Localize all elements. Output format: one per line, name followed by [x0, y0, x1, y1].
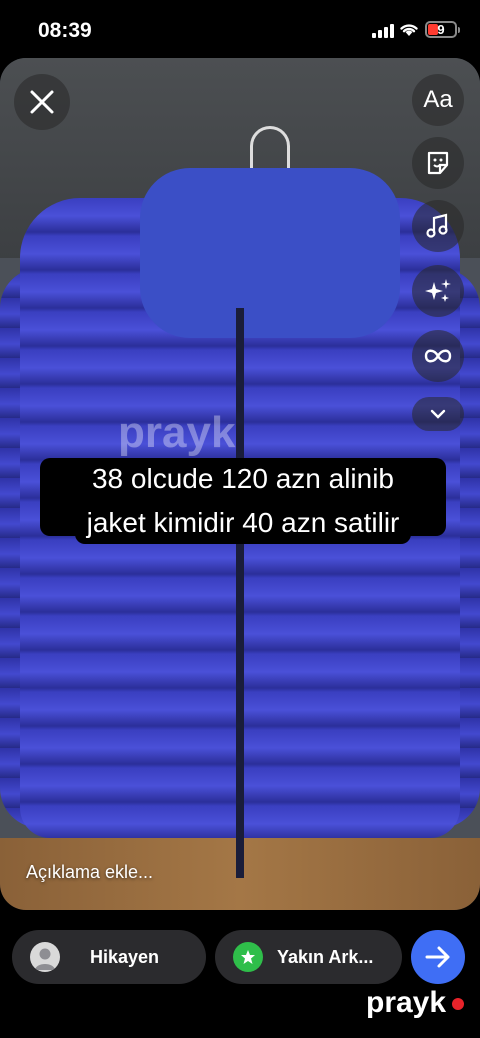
battery-level: 9 — [437, 22, 445, 37]
effects-button[interactable] — [412, 265, 464, 317]
music-note-icon — [426, 213, 448, 238]
send-button[interactable] — [411, 930, 465, 984]
signal-icon — [372, 24, 394, 38]
text-tool-button[interactable]: Aa — [412, 74, 464, 126]
add-description-field[interactable]: Açıklama ekle... — [26, 862, 153, 883]
caption-line-2-box: jaket kimidir 40 azn satilir — [72, 502, 414, 546]
music-button[interactable] — [412, 200, 464, 252]
chevron-down-icon — [430, 409, 446, 419]
sticker-button[interactable] — [412, 137, 464, 189]
brand-name: prayk — [366, 986, 447, 1019]
battery-icon: 9 — [425, 21, 460, 38]
more-tools-button[interactable] — [412, 397, 464, 431]
boomerang-button[interactable] — [412, 330, 464, 382]
close-friends-label: Yakın Ark... — [277, 946, 374, 967]
close-friends-star-icon — [233, 942, 263, 972]
text-tool-label: Aa — [423, 86, 453, 113]
photo-watermark: prayk — [118, 408, 236, 457]
close-button[interactable] — [14, 74, 70, 130]
infinity-icon — [424, 349, 452, 363]
sticker-icon — [427, 151, 449, 175]
close-friends-button[interactable]: Yakın Ark... — [215, 930, 402, 984]
wifi-icon — [400, 24, 418, 36]
avatar — [30, 942, 60, 972]
caption-line-2: jaket kimidir 40 azn satilir — [74, 502, 412, 544]
status-bar: 08:39 9 — [0, 0, 480, 58]
person-icon — [35, 948, 55, 970]
sparkles-icon — [425, 279, 451, 302]
brand-dot — [452, 998, 464, 1010]
arrow-right-icon — [425, 946, 450, 968]
your-story-label: Hikayen — [90, 946, 160, 967]
brand-logo: prayk — [366, 986, 464, 1020]
your-story-button[interactable]: Hikayen — [12, 930, 206, 984]
close-icon — [30, 90, 54, 114]
status-time: 08:39 — [38, 19, 92, 42]
caption-line-1-box: 38 olcude 120 azn alinib arxasi — [40, 458, 446, 536]
